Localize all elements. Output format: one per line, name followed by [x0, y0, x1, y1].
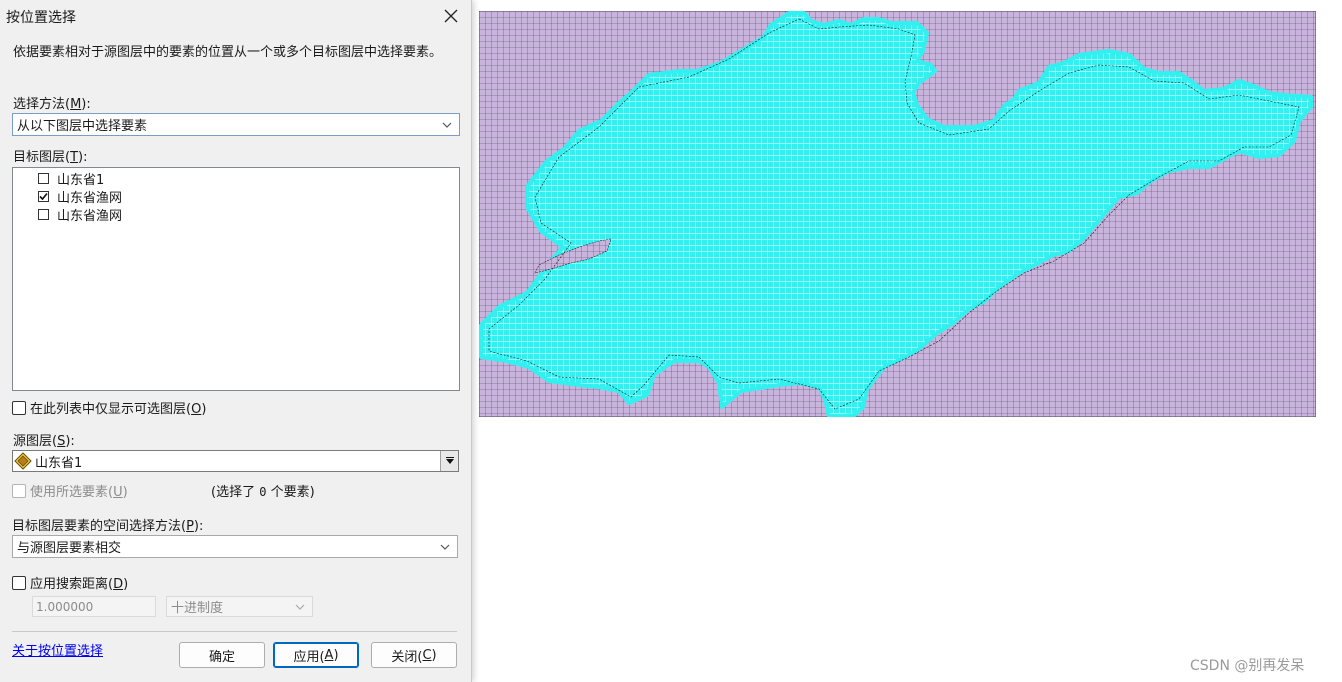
- search-distance-option[interactable]: 应用搜索距离(D): [12, 573, 128, 592]
- ok-button[interactable]: 确定: [179, 642, 265, 668]
- target-layer-checkbox[interactable]: [38, 208, 49, 220]
- polygon-layer-icon: [14, 452, 32, 470]
- target-layer-item[interactable]: 山东省1: [38, 169, 104, 188]
- close-icon: [444, 9, 458, 23]
- divider: [12, 631, 457, 632]
- close-dialog-button[interactable]: 关闭(C): [371, 642, 457, 668]
- only-selectable-label: 在此列表中仅显示可选图层(O): [30, 402, 207, 417]
- only-selectable-option[interactable]: 在此列表中仅显示可选图层(O): [12, 398, 206, 417]
- search-distance-input[interactable]: 1.000000: [32, 596, 156, 617]
- distance-unit-value: 十进制度: [171, 601, 224, 616]
- dropdown-button[interactable]: [440, 451, 458, 471]
- chevron-down-icon: [295, 604, 305, 610]
- use-selected-option[interactable]: 使用所选要素(U): [12, 481, 128, 500]
- map-view[interactable]: [479, 11, 1316, 417]
- use-selected-checkbox[interactable]: [12, 483, 26, 498]
- selection-method-combobox[interactable]: 从以下图层中选择要素: [12, 113, 460, 136]
- target-layers-label: 目标图层(T):: [13, 150, 88, 165]
- source-layer-value: 山东省1: [35, 455, 83, 471]
- dialog-title: 按位置选择: [6, 10, 76, 26]
- help-link[interactable]: 关于按位置选择: [12, 640, 103, 659]
- target-layer-item[interactable]: 山东省渔网: [38, 205, 122, 224]
- target-layer-item[interactable]: 山东省渔网: [38, 187, 122, 206]
- title-bar: 按位置选择: [0, 0, 472, 32]
- target-layer-checkbox[interactable]: [38, 172, 49, 184]
- spatial-method-value: 与源图层要素相交: [17, 541, 122, 556]
- target-layer-checkbox[interactable]: [38, 190, 49, 202]
- watermark: CSDN @别再发呆: [1190, 658, 1305, 674]
- dialog-description: 依据要素相对于源图层中的要素的位置从一个或多个目标图层中选择要素。: [13, 45, 443, 60]
- source-layer-label: 源图层(S):: [13, 434, 75, 449]
- close-button[interactable]: [436, 3, 466, 29]
- selected-count-text: (选择了 0 个要素): [211, 485, 315, 500]
- apply-button[interactable]: 应用(A): [273, 642, 359, 668]
- source-layer-combobox[interactable]: 山东省1: [12, 450, 459, 472]
- distance-unit-select[interactable]: 十进制度: [166, 596, 313, 617]
- spatial-method-label: 目标图层要素的空间选择方法(P):: [12, 519, 204, 534]
- target-layers-list[interactable]: 山东省1 山东省渔网 山东省渔网: [12, 167, 460, 391]
- checkmark-icon: [39, 192, 48, 200]
- search-distance-checkbox[interactable]: [12, 575, 26, 590]
- spatial-method-combobox[interactable]: 与源图层要素相交: [12, 535, 458, 558]
- dropdown-arrow-icon: [445, 457, 454, 464]
- chevron-down-icon: [442, 122, 452, 128]
- chevron-down-icon: [440, 544, 450, 550]
- select-by-location-dialog: 按位置选择 依据要素相对于源图层中的要素的位置从一个或多个目标图层中选择要素。 …: [0, 0, 472, 682]
- selected-count: 0: [259, 485, 267, 499]
- search-distance-label: 应用搜索距离(D): [30, 577, 129, 592]
- only-selectable-checkbox[interactable]: [12, 400, 26, 415]
- use-selected-label: 使用所选要素(U): [30, 485, 128, 500]
- selection-method-value: 从以下图层中选择要素: [17, 119, 148, 134]
- selection-method-label: 选择方法(M):: [13, 97, 91, 112]
